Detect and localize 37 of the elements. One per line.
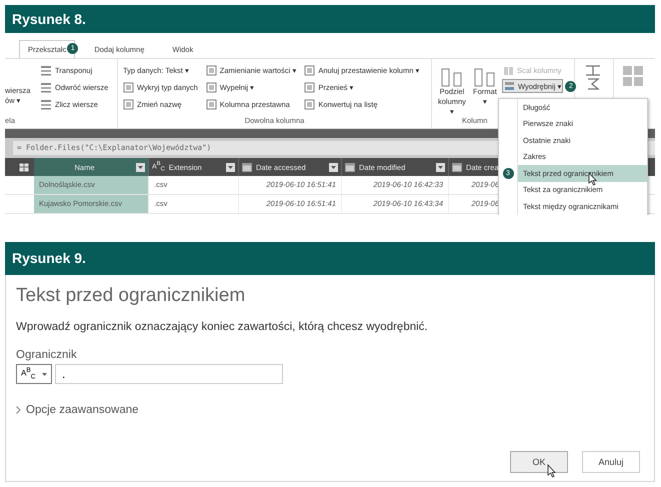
dialog-button[interactable]: Anuluj bbox=[582, 451, 640, 473]
caret-icon bbox=[438, 166, 443, 168]
column-icon bbox=[304, 64, 316, 76]
column-icon bbox=[206, 98, 217, 110]
column-icon bbox=[123, 82, 134, 92]
dialog-description: Wprowadź ogranicznik oznaczający koniec zawartości, którą chcesz wyodrębnić. bbox=[16, 321, 429, 333]
column-icon bbox=[304, 82, 316, 92]
rows-icon bbox=[40, 64, 52, 76]
dialog-title: Tekst przed ogranicznikiem bbox=[16, 285, 246, 307]
rows-icon bbox=[40, 82, 52, 92]
grid-icon bbox=[622, 65, 644, 87]
figure-caption: Rysunek 9. bbox=[5, 242, 655, 275]
merge-icon bbox=[502, 64, 514, 76]
filter-button[interactable] bbox=[329, 162, 338, 172]
caret-icon bbox=[228, 166, 233, 168]
mouse-pointer-icon bbox=[547, 464, 556, 478]
caret-icon bbox=[331, 166, 336, 168]
chevron-icon bbox=[16, 406, 21, 414]
column-icon bbox=[123, 98, 134, 110]
calendar-icon bbox=[345, 162, 355, 172]
delimiter-input[interactable]: . bbox=[55, 364, 283, 384]
calendar-icon bbox=[452, 162, 462, 172]
column-icon bbox=[206, 82, 217, 92]
rows-icon bbox=[40, 98, 52, 110]
filter-button[interactable] bbox=[136, 162, 145, 172]
column-icon bbox=[206, 64, 217, 76]
caret-icon bbox=[42, 372, 47, 376]
advanced-options-toggle[interactable]: Opcje zaawansowane bbox=[16, 404, 139, 416]
table-icon bbox=[19, 162, 29, 172]
caret-icon bbox=[138, 166, 143, 168]
column-icon bbox=[304, 98, 316, 110]
data-type-icon bbox=[504, 80, 515, 92]
field-label: Ogranicznik bbox=[16, 349, 78, 361]
figure-caption: Rysunek 8. bbox=[5, 5, 655, 33]
filter-button[interactable] bbox=[436, 162, 445, 172]
filter-button[interactable] bbox=[226, 162, 235, 172]
calendar-icon bbox=[242, 162, 252, 172]
